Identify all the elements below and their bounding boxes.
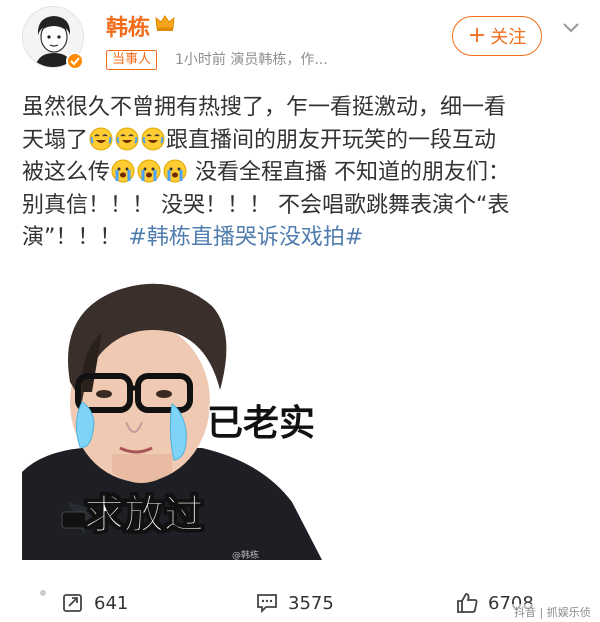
- post-line: 被这么传 没看全程直播 不知道的朋友们：: [22, 157, 582, 190]
- post-line: 演”！！！ #韩栋直播哭诉没戏拍#: [22, 222, 582, 255]
- post-text: 虽然很久不曾拥有热搜了，乍一看挺激动，细一看 天塌了 跟直播间的朋友开玩笑的一段互…: [22, 92, 582, 255]
- comment-icon: [257, 594, 277, 614]
- laughing-crying-emoji-icon: [89, 127, 113, 150]
- image-caption-bottom: 求放过: [84, 492, 205, 539]
- crying-emoji-icon: [163, 159, 187, 183]
- author-tag: 当事人: [106, 50, 158, 70]
- thumbs-up-icon: [457, 593, 478, 613]
- crying-emoji-icon: [111, 159, 135, 183]
- post-image[interactable]: 已老实 求放过 @韩栋: [22, 272, 326, 560]
- follow-button[interactable]: + 关注: [452, 16, 542, 56]
- post-line: 虽然很久不曾拥有热搜了，乍一看挺激动，细一看: [22, 95, 507, 120]
- post-text-segment: 演”！！！: [22, 225, 129, 250]
- repost-count: 641: [94, 592, 129, 614]
- follow-label: 关注: [490, 27, 527, 48]
- laughing-crying-emoji-icon: [115, 127, 139, 150]
- post-meta: 1小时前 演员韩栋，作...: [175, 52, 328, 68]
- plus-icon: +: [467, 23, 487, 48]
- post-line: 天塌了 跟直播间的朋友开玩笑的一段互动: [22, 125, 582, 158]
- author-name[interactable]: 韩栋: [106, 10, 150, 42]
- hashtag-link[interactable]: #韩栋直播哭诉没戏拍#: [128, 225, 363, 250]
- post-text-segment: 被这么传: [22, 160, 111, 185]
- comment-count: 3575: [288, 592, 334, 614]
- action-bar: 641 3575 6708: [0, 588, 600, 622]
- post-text-segment: 天塌了: [22, 127, 89, 153]
- post-text-segment: 没看全程直播 不知道的朋友们：: [188, 160, 511, 185]
- chevron-down-icon[interactable]: [560, 16, 582, 38]
- source-watermark: 抖音 | 抓娱乐侦探: [512, 604, 600, 622]
- repost-icon: [63, 594, 82, 612]
- repost-button[interactable]: 641: [62, 588, 128, 618]
- crying-emoji-icon: [137, 159, 161, 183]
- image-caption-top: 已老实: [207, 403, 316, 444]
- post-header: 韩栋 当事人 1小时前 演员韩栋，作... + 关注: [0, 0, 600, 82]
- laughing-crying-emoji-icon: [141, 127, 165, 150]
- image-watermark: @韩栋: [232, 551, 260, 560]
- post-line: 别真信！！！ 没哭！！！ 不会唱歌跳舞表演个“表: [22, 192, 510, 218]
- post-text-segment: 跟直播间的朋友开玩笑的一段互动: [166, 127, 497, 153]
- crown-icon: [155, 15, 175, 31]
- comment-button[interactable]: 3575: [256, 588, 334, 618]
- verified-badge-icon: [66, 52, 84, 70]
